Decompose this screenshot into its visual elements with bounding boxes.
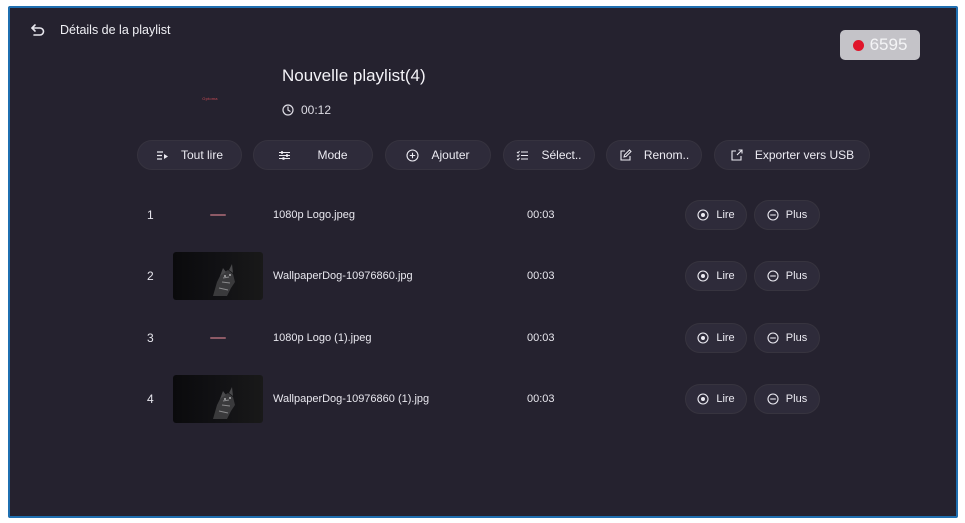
export-icon xyxy=(731,148,743,161)
row-more-button[interactable]: Plus xyxy=(754,261,820,291)
row-index: 2 xyxy=(147,269,154,283)
row-thumbnail xyxy=(173,191,263,239)
page-title: Détails de la playlist xyxy=(60,23,171,37)
row-index: 1 xyxy=(147,208,154,222)
recording-badge: 6595 xyxy=(840,30,920,60)
play-circle-icon xyxy=(697,393,709,405)
play-circle-icon xyxy=(697,270,709,282)
playlist-duration-value: 00:12 xyxy=(301,103,332,117)
play-circle-icon xyxy=(697,332,709,344)
back-button[interactable] xyxy=(30,22,46,38)
plus-circle-icon xyxy=(406,148,420,162)
playlist-cover: Optoma xyxy=(170,68,250,128)
row-play-button[interactable]: Lire xyxy=(685,261,747,291)
minus-circle-icon xyxy=(767,332,779,344)
row-duration: 00:03 xyxy=(527,270,555,282)
add-button[interactable]: Ajouter xyxy=(385,140,491,170)
play-all-button[interactable]: Tout lire xyxy=(137,140,242,170)
export-usb-button[interactable]: Exporter vers USB xyxy=(714,140,870,170)
row-filename: 1080p Logo (1).jpeg xyxy=(273,332,372,344)
playlist-name: Nouvelle playlist(4) xyxy=(282,66,426,85)
logo-thumbnail-mark xyxy=(210,214,226,216)
playlist-row[interactable]: 4 WallpaperDog-10976860 (1).jpg 00:03 Li… xyxy=(137,375,837,423)
dog-photo-icon xyxy=(213,387,235,419)
row-index: 4 xyxy=(147,392,154,406)
row-thumbnail xyxy=(173,375,263,423)
playlist-row[interactable]: 2 WallpaperDog-10976860.jpg 00:03 Lire P… xyxy=(137,252,837,300)
row-play-button[interactable]: Lire xyxy=(685,200,747,230)
row-more-button[interactable]: Plus xyxy=(754,200,820,230)
row-thumbnail xyxy=(173,314,263,362)
minus-circle-icon xyxy=(767,393,779,405)
clock-icon xyxy=(282,104,294,116)
row-duration: 00:03 xyxy=(527,393,555,405)
sliders-icon xyxy=(279,150,291,160)
row-play-button[interactable]: Lire xyxy=(685,323,747,353)
select-button[interactable]: Sélect.. xyxy=(503,140,595,170)
playlist-row[interactable]: 3 1080p Logo (1).jpeg 00:03 Lire Plus xyxy=(137,314,837,362)
back-arrow-icon xyxy=(31,24,45,36)
row-more-button[interactable]: Plus xyxy=(754,384,820,414)
row-index: 3 xyxy=(147,331,154,345)
row-filename: WallpaperDog-10976860 (1).jpg xyxy=(273,393,430,405)
edit-icon xyxy=(620,148,632,161)
playlist-details-screen: Détails de la playlist 6595 Optoma Nouve… xyxy=(8,6,958,518)
mode-button[interactable]: Mode xyxy=(253,140,373,170)
cover-logo-text: Optoma xyxy=(202,95,218,101)
row-filename: 1080p Logo.jpeg xyxy=(273,209,355,221)
row-more-button[interactable]: Plus xyxy=(754,323,820,353)
play-circle-icon xyxy=(697,209,709,221)
rename-button[interactable]: Renom.. xyxy=(606,140,702,170)
playlist-duration: 00:12 xyxy=(282,103,331,117)
minus-circle-icon xyxy=(767,209,779,221)
row-thumbnail xyxy=(173,252,263,300)
record-dot-icon xyxy=(852,39,864,51)
playlist-row[interactable]: 1 1080p Logo.jpeg 00:03 Lire Plus xyxy=(137,191,837,239)
play-all-icon xyxy=(156,150,168,160)
minus-circle-icon xyxy=(767,270,779,282)
checklist-icon xyxy=(517,150,529,161)
top-bar: Détails de la playlist xyxy=(30,22,170,38)
logo-thumbnail-mark xyxy=(210,337,226,339)
row-play-button[interactable]: Lire xyxy=(685,384,747,414)
row-filename: WallpaperDog-10976860.jpg xyxy=(273,270,413,282)
row-duration: 00:03 xyxy=(527,332,555,344)
recording-badge-value: 6595 xyxy=(869,35,908,54)
dog-photo-icon xyxy=(213,264,235,296)
row-duration: 00:03 xyxy=(527,209,555,221)
